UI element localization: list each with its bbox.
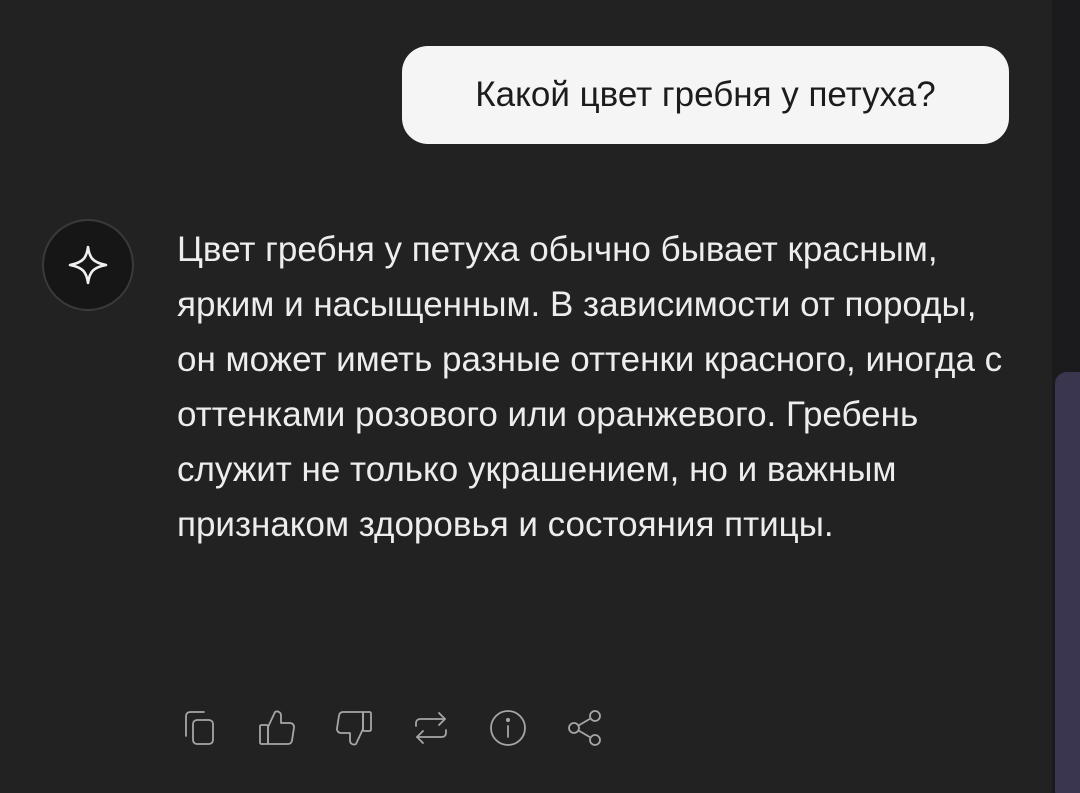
info-icon [490, 710, 526, 746]
user-message-bubble: Какой цвет гребня у петуха? [402, 46, 1009, 144]
assistant-message-text: Цвет гребня у петуха обычно бывает красн… [177, 230, 1003, 544]
scrollbar-thumb[interactable] [1055, 372, 1080, 793]
chat-screen: Какой цвет гребня у петуха? Цвет гребня … [0, 0, 1080, 793]
regenerate-icon [415, 712, 447, 744]
user-message-text: Какой цвет гребня у петуха? [475, 75, 936, 114]
thumbs-down-icon [336, 711, 372, 746]
copy-icon [185, 711, 214, 745]
share-button[interactable] [562, 705, 608, 751]
info-button[interactable] [485, 705, 531, 751]
regenerate-button[interactable] [408, 705, 454, 751]
assistant-avatar [42, 219, 134, 311]
copy-button[interactable] [177, 705, 223, 751]
message-actions [177, 705, 608, 751]
like-button[interactable] [254, 705, 300, 751]
sparkle-icon [68, 245, 108, 285]
dislike-button[interactable] [331, 705, 377, 751]
thumbs-up-icon [259, 710, 295, 745]
share-icon [568, 710, 601, 746]
